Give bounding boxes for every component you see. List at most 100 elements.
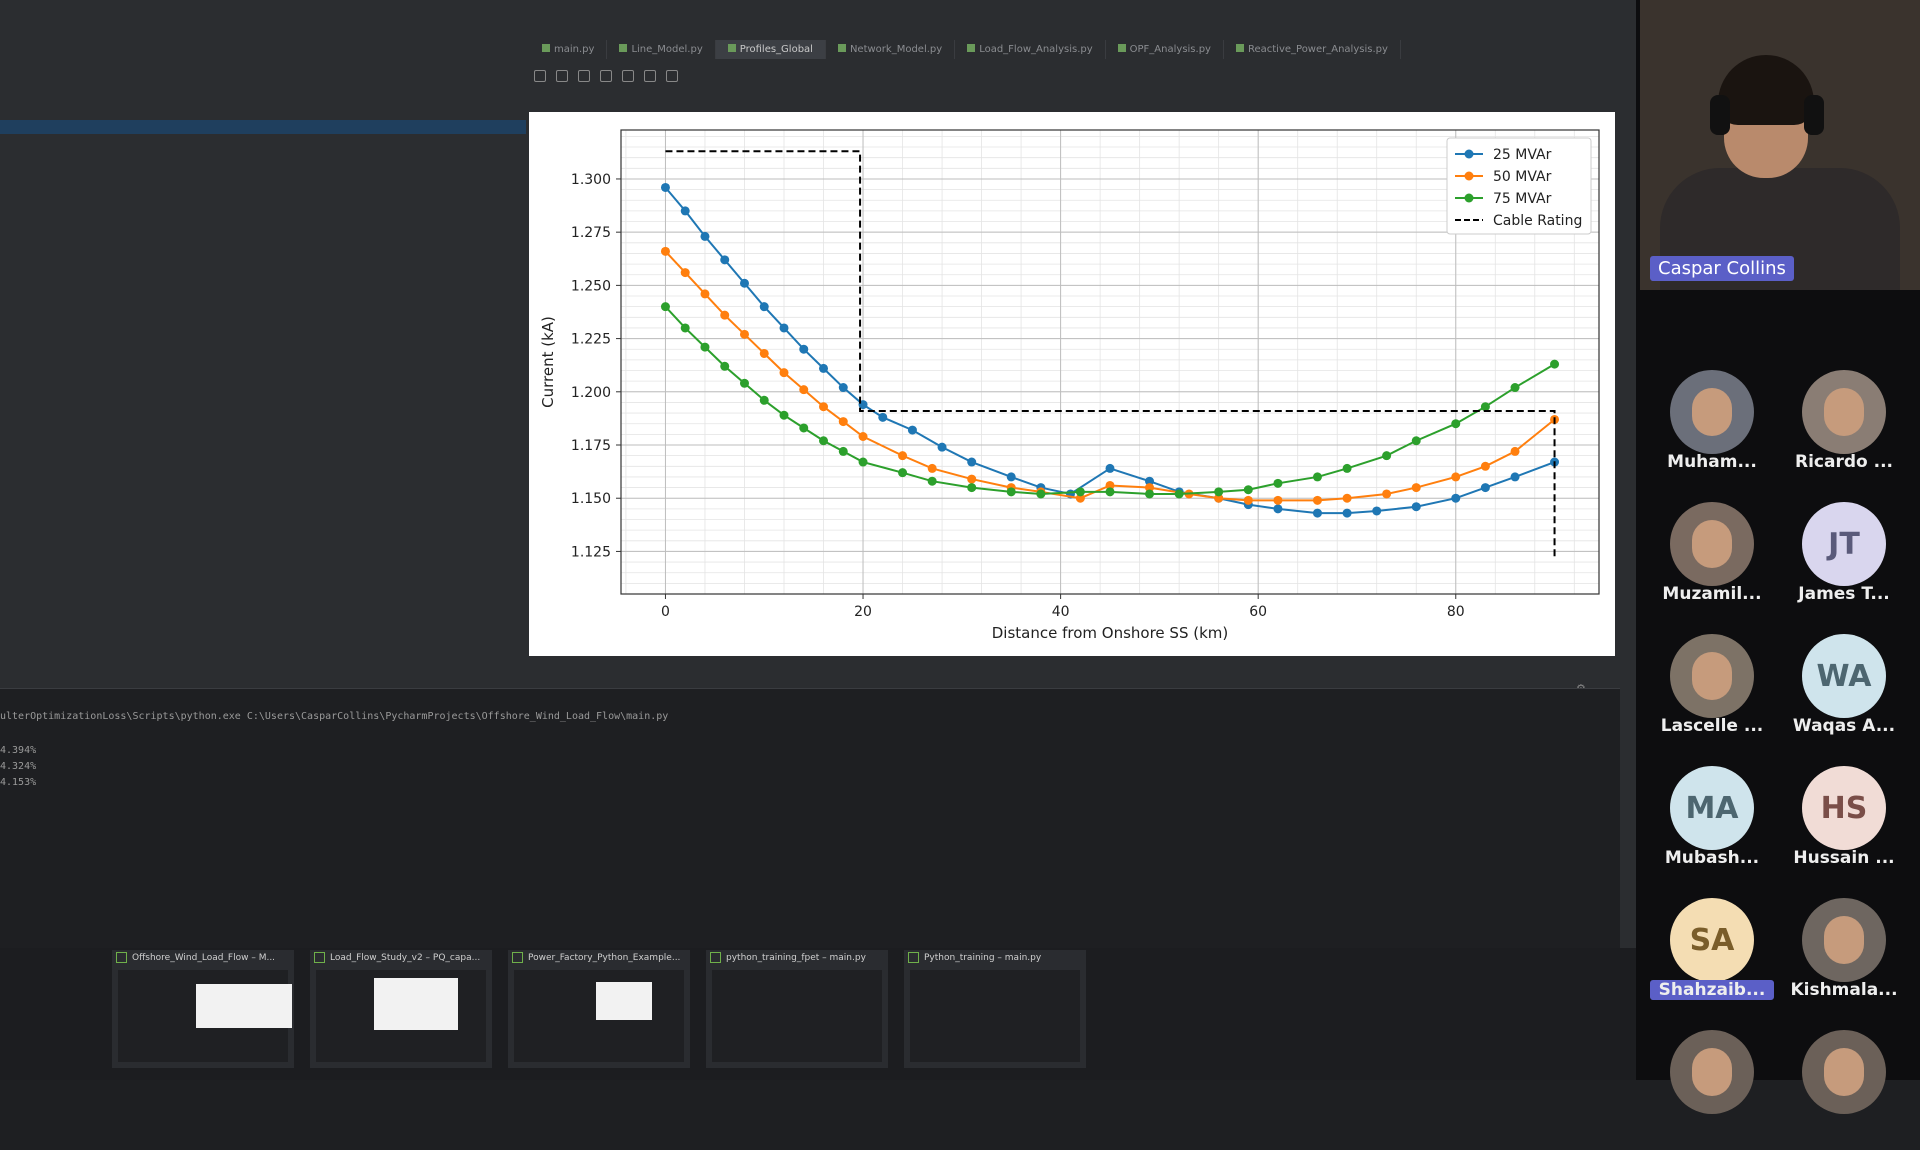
avatar-initials: MA xyxy=(1685,790,1739,826)
y-tick-label: 1.200 xyxy=(571,385,611,401)
zoom-in-icon[interactable] xyxy=(578,70,590,82)
series-line-1 xyxy=(664,250,1556,502)
data-point-1 xyxy=(1510,446,1520,456)
participant-name: Hussain ... xyxy=(1793,848,1895,868)
data-point-0 xyxy=(1411,502,1421,512)
participant-tile[interactable] xyxy=(1650,1030,1760,1150)
tab-5[interactable]: OPF_Analysis.py xyxy=(1106,40,1224,59)
tab-2[interactable]: Profiles_Global xyxy=(715,40,826,59)
data-point-2 xyxy=(1036,489,1046,499)
data-point-1 xyxy=(927,463,937,473)
avatar xyxy=(1670,502,1754,586)
legend-marker xyxy=(1464,149,1474,159)
data-point-0 xyxy=(1342,508,1352,518)
window-thumbnail[interactable]: Python_training – main.py xyxy=(904,950,1086,1068)
participant-tile[interactable]: Kishmala... xyxy=(1782,898,1898,1018)
participant-tile[interactable]: HS Hussain ... xyxy=(1782,766,1895,886)
preview-window xyxy=(196,984,292,1028)
data-point-1 xyxy=(660,246,670,256)
pycharm-icon xyxy=(314,952,325,963)
data-point-1 xyxy=(967,474,977,484)
participant-name: Waqas A... xyxy=(1792,716,1896,736)
console-line: 4.394% xyxy=(0,745,37,756)
pycharm-icon xyxy=(116,952,127,963)
data-point-1 xyxy=(819,402,829,412)
tab-4[interactable]: Load_Flow_Analysis.py xyxy=(955,40,1106,59)
data-point-2 xyxy=(799,423,809,433)
data-point-2 xyxy=(1174,489,1184,499)
data-point-0 xyxy=(739,278,749,288)
headphone-icon xyxy=(1804,95,1824,135)
avatar: SA xyxy=(1670,898,1754,982)
pencil-icon[interactable] xyxy=(666,70,678,82)
participant-tile[interactable]: WA Waqas A... xyxy=(1782,634,1895,754)
legend-marker xyxy=(1464,171,1474,181)
preview-window xyxy=(596,982,652,1020)
participant-tile[interactable]: SA Shahzaib... xyxy=(1650,898,1774,1018)
tab-label: Network_Model.py xyxy=(849,44,943,55)
x-tick-label: 60 xyxy=(1249,604,1267,620)
python-file-icon xyxy=(542,44,550,52)
tab-label: Profiles_Global xyxy=(739,44,813,55)
data-point-2 xyxy=(660,302,670,312)
fit-icon[interactable] xyxy=(622,70,634,82)
data-point-2 xyxy=(1382,451,1392,461)
data-point-0 xyxy=(1372,506,1382,516)
participant-tile[interactable]: Lascelle ... xyxy=(1650,634,1763,754)
data-point-1 xyxy=(739,329,749,339)
console-line: ulterOptimizationLoss\Scripts\python.exe… xyxy=(0,711,669,722)
headphone-icon xyxy=(1710,95,1730,135)
x-tick-label: 20 xyxy=(854,604,872,620)
python-file-icon xyxy=(837,44,846,52)
grid-icon[interactable] xyxy=(556,70,568,82)
avatar-initials: HS xyxy=(1820,790,1868,826)
copy-icon[interactable] xyxy=(644,70,656,82)
data-point-0 xyxy=(680,206,690,216)
avatar: HS xyxy=(1802,766,1886,850)
window-thumbnail[interactable]: Power_Factory_Python_Example... xyxy=(508,950,690,1068)
expand-icon[interactable] xyxy=(534,70,546,82)
avatar xyxy=(1670,370,1754,454)
avatar-initials: WA xyxy=(1816,658,1872,694)
participant-tile[interactable]: Ricardo ... xyxy=(1782,370,1893,490)
avatar xyxy=(1670,634,1754,718)
window-thumbnail[interactable]: Load_Flow_Study_v2 – PQ_capa... xyxy=(310,950,492,1068)
thumbnail-title-text: python_training_fpet – main.py xyxy=(726,953,866,963)
line-chart: 0 20 40 60 80 1.125 1.150 1.175 1.200 1.225 1.250 1… xyxy=(539,129,1600,642)
data-point-1 xyxy=(1382,489,1392,499)
tab-1[interactable]: Line_Model.py xyxy=(607,40,716,59)
tab-0[interactable]: main.py xyxy=(530,40,608,59)
window-thumbnail[interactable]: Offshore_Wind_Load_Flow – M... xyxy=(112,950,294,1068)
data-point-1 xyxy=(1451,472,1461,482)
participant-tile[interactable]: Muham... xyxy=(1650,370,1760,490)
participant-name: Kishmala... xyxy=(1790,980,1898,1000)
avatar-face xyxy=(1692,652,1732,700)
avatar-face xyxy=(1824,916,1864,964)
y-tick-label: 1.275 xyxy=(571,225,611,241)
data-point-2 xyxy=(779,410,789,420)
x-tick-label: 80 xyxy=(1447,604,1465,620)
tab-label: Load_Flow_Analysis.py xyxy=(979,44,1093,55)
meeting-panel: Caspar Collins Muham... Ricardo ... Muzami… xyxy=(1636,0,1920,1114)
data-point-2 xyxy=(838,446,848,456)
avatar: WA xyxy=(1802,634,1886,718)
zoom-out-icon[interactable] xyxy=(600,70,612,82)
data-point-2 xyxy=(819,436,829,446)
window-thumbnail[interactable]: python_training_fpet – main.py xyxy=(706,950,888,1068)
thumbnail-title-text: Offshore_Wind_Load_Flow – M... xyxy=(132,953,276,963)
avatar xyxy=(1670,1030,1754,1114)
selected-row[interactable] xyxy=(0,120,526,134)
tab-6[interactable]: Reactive_Power_Analysis.py xyxy=(1224,40,1401,59)
tab-3[interactable]: Network_Model.py xyxy=(826,40,956,59)
participant-tile[interactable]: JT James T... xyxy=(1782,502,1892,622)
participant-tile[interactable] xyxy=(1782,1030,1892,1150)
x-axis-label: Distance from Onshore SS (km) xyxy=(992,624,1229,642)
project-panel xyxy=(0,68,526,678)
participant-tile[interactable]: MA Mubash... xyxy=(1650,766,1760,886)
data-point-1 xyxy=(759,348,769,358)
data-point-2 xyxy=(1510,383,1520,393)
participant-tile[interactable]: Muzamil... xyxy=(1650,502,1762,622)
x-tick-label: 40 xyxy=(1052,604,1070,620)
data-point-1 xyxy=(799,385,809,395)
avatar xyxy=(1802,370,1886,454)
